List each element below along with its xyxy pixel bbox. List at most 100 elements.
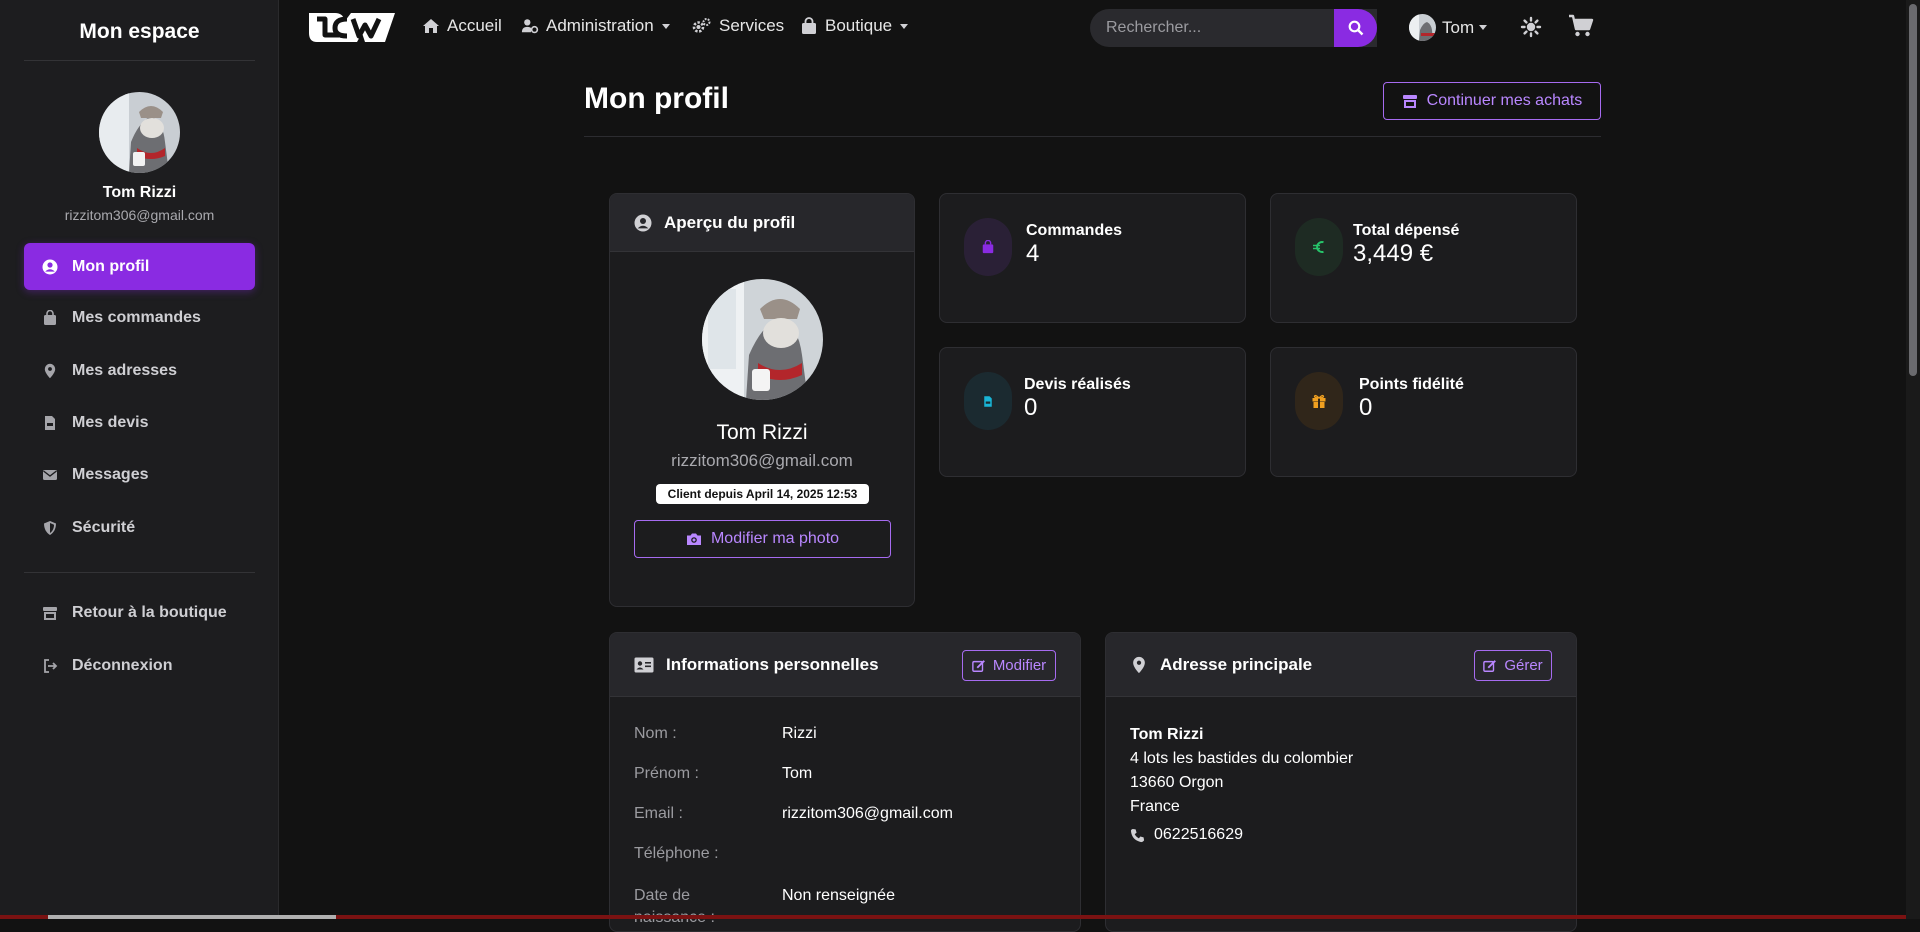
map-pin-icon (44, 363, 56, 378)
scrollbar-thumb[interactable] (1909, 4, 1917, 376)
site-logo[interactable] (305, 9, 399, 46)
shopping-bag-icon (982, 240, 994, 254)
stat-label: Points fidélité (1359, 376, 1464, 393)
info-label: Email : (634, 805, 683, 822)
stat-icon-wrap (964, 218, 1012, 276)
nav-label: Administration (546, 16, 654, 35)
sidebar-item-label: Mes commandes (72, 308, 201, 326)
sidebar-item-securite[interactable]: Sécurité (24, 504, 255, 551)
sidebar-item-label: Sécurité (72, 518, 136, 536)
sidebar-item-deconnexion[interactable]: Déconnexion (24, 642, 255, 689)
euro-icon (1313, 241, 1324, 253)
search-button[interactable] (1334, 9, 1377, 47)
manage-address-label: Gérer (1504, 657, 1543, 674)
nav-administration[interactable]: Administration (521, 16, 670, 36)
file-invoice-icon (45, 415, 55, 430)
sign-out-icon (44, 658, 58, 673)
cart-icon[interactable] (1568, 14, 1594, 38)
nav-label: Boutique (825, 16, 893, 35)
chevron-down-icon (661, 23, 670, 29)
profile-overview-card: Aperçu du profil Tom Rizzi rizzitom306@g… (609, 193, 915, 607)
stat-value: 4 (1026, 240, 1040, 267)
stat-value: 0 (1359, 394, 1373, 421)
manage-address-button[interactable]: Gérer (1474, 650, 1552, 681)
page-scrollbar[interactable] (1906, 0, 1920, 919)
avatar (99, 92, 180, 173)
sidebar-item-label: Messages (72, 465, 149, 483)
sidebar-item-adresses[interactable]: Mes adresses (24, 347, 255, 394)
nav-services[interactable]: Services (691, 16, 784, 36)
info-label: Nom : (634, 725, 677, 742)
info-label: Prénom : (634, 765, 699, 782)
nav-boutique[interactable]: Boutique (800, 16, 909, 36)
info-row-email: Email : rizzitom306@gmail.com (634, 805, 953, 823)
page-title: Mon profil (584, 82, 729, 115)
sidebar: Mon espace Tom Rizzi rizzitom306@gmail.c… (0, 0, 279, 919)
divider (24, 572, 255, 573)
user-cog-icon (521, 19, 539, 34)
card-title: Aperçu du profil (664, 212, 796, 232)
nav-accueil[interactable]: Accueil (422, 16, 502, 36)
info-row-nom: Nom : Rizzi (634, 725, 817, 743)
shopping-bag-icon (44, 309, 56, 325)
sidebar-item-messages[interactable]: Messages (24, 451, 255, 498)
cogs-icon (692, 18, 711, 33)
search-icon (1348, 20, 1363, 36)
sidebar-title: Mon espace (79, 20, 200, 43)
address-phone-value: 0622516629 (1154, 826, 1243, 843)
stat-label: Total dépensé (1353, 222, 1460, 239)
change-photo-label: Modifier ma photo (710, 530, 840, 547)
info-value: Non renseignée (782, 887, 895, 904)
divider (24, 60, 255, 61)
theme-toggle-icon[interactable] (1520, 16, 1542, 38)
address-line1: 4 lots les bastides du colombier (1130, 750, 1354, 767)
bottom-strip (0, 915, 1906, 919)
info-value: Tom (782, 765, 813, 782)
stat-card-total-depense: Total dépensé 3,449 € (1270, 193, 1577, 323)
stat-card-devis: Devis réalisés 0 (939, 347, 1246, 477)
chevron-down-icon (900, 23, 909, 29)
client-since-badge: Client depuis April 14, 2025 12:53 (656, 484, 869, 504)
sidebar-item-profil[interactable]: Mon profil (24, 243, 255, 290)
sidebar-item-label: Mes adresses (72, 361, 177, 379)
edit-info-button[interactable]: Modifier (962, 650, 1056, 681)
address-name: Tom Rizzi (1130, 726, 1204, 743)
address-country: France (1130, 798, 1180, 815)
continue-shopping-button[interactable]: Continuer mes achats (1383, 82, 1601, 120)
map-pin-icon (1133, 656, 1145, 673)
edit-info-label: Modifier (992, 657, 1047, 674)
address-line2: 13660 Orgon (1130, 774, 1224, 791)
gift-icon (1312, 394, 1326, 408)
info-row-telephone: Téléphone : (634, 845, 719, 863)
sidebar-item-label: Mes devis (72, 413, 149, 431)
sidebar-item-commandes[interactable]: Mes commandes (24, 294, 255, 341)
avatar (1409, 14, 1436, 41)
sidebar-user-email: rizzitom306@gmail.com (64, 207, 215, 223)
info-label: Téléphone : (634, 845, 719, 862)
user-circle-icon (42, 259, 58, 274)
store-icon (43, 606, 57, 620)
sidebar-item-devis[interactable]: Mes devis (24, 399, 255, 446)
envelope-icon (43, 469, 57, 480)
edit-icon (1483, 659, 1497, 672)
card-header: Aperçu du profil (610, 194, 914, 252)
change-photo-button[interactable]: Modifier ma photo (634, 520, 891, 558)
profile-photo (702, 279, 823, 400)
user-circle-icon (634, 214, 652, 231)
stat-label: Commandes (1026, 222, 1123, 239)
sidebar-item-label: Déconnexion (72, 656, 173, 674)
sidebar-item-retour-boutique[interactable]: Retour à la boutique (24, 589, 255, 636)
main-address-card: Adresse principale Gérer Tom Rizzi 4 lot… (1105, 632, 1577, 932)
edit-icon (971, 659, 985, 672)
store-icon (1402, 95, 1417, 108)
stat-value: 3,449 € (1353, 240, 1434, 267)
id-card-icon (634, 657, 654, 672)
shopping-bag-icon (802, 17, 816, 34)
address-block: Tom Rizzi 4 lots les bastides du colombi… (1130, 723, 1353, 847)
user-menu[interactable]: Tom (1409, 14, 1488, 41)
info-value: rizzitom306@gmail.com (782, 805, 953, 822)
sidebar-item-label: Retour à la boutique (72, 603, 227, 621)
profile-email: rizzitom306@gmail.com (671, 451, 853, 470)
stat-label: Devis réalisés (1024, 376, 1131, 393)
info-row-date-naissance: Date de naissance : Non renseignée (634, 885, 895, 929)
